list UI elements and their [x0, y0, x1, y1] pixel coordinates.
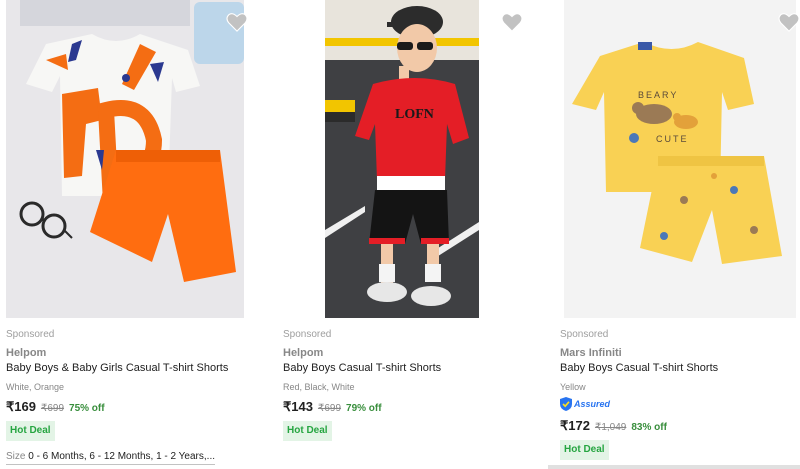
product-photo-yellow-bear-tshirt-shorts: BEARY CUTE: [564, 0, 796, 318]
discount-percent: 79% off: [346, 403, 382, 414]
discount-percent: 75% off: [69, 403, 105, 414]
size-selector[interactable]: Size 0 - 6 Months, 6 - 12 Months, 1 - 2 …: [6, 451, 215, 465]
product-title[interactable]: Baby Boys Casual T-shirt Shorts: [560, 362, 718, 374]
product-image[interactable]: LOFN: [325, 0, 479, 318]
price-row: ₹172 ₹1,049 83% off: [560, 418, 667, 434]
product-image[interactable]: [6, 0, 244, 318]
brand-name: Helpom: [6, 347, 47, 359]
product-title[interactable]: Baby Boys & Baby Girls Casual T-shirt Sh…: [6, 362, 228, 374]
shirt-print-text: LOFN: [395, 107, 434, 122]
wishlist-heart-icon[interactable]: [501, 12, 523, 32]
next-row-edge: [548, 465, 800, 469]
selling-price: ₹143: [283, 399, 313, 414]
price-row: ₹169 ₹699 75% off: [6, 399, 105, 415]
product-image[interactable]: BEARY CUTE: [564, 0, 796, 318]
sponsored-label: Sponsored: [560, 329, 609, 340]
selling-price: ₹172: [560, 418, 590, 433]
shirt-print-text-bottom: CUTE: [656, 134, 689, 144]
size-values: 0 - 6 Months, 6 - 12 Months, 1 - 2 Years…: [28, 451, 215, 462]
brand-name: Mars Infiniti: [560, 347, 622, 359]
hot-deal-badge: Hot Deal: [283, 421, 332, 441]
assured-shield-icon: [560, 397, 572, 411]
sponsored-label: Sponsored: [6, 329, 55, 340]
product-photo-white-orange-tshirt-shorts: [6, 0, 244, 318]
hot-deal-badge: Hot Deal: [560, 440, 609, 460]
hot-deal-badge: Hot Deal: [6, 421, 55, 441]
selling-price: ₹169: [6, 399, 36, 414]
wishlist-heart-icon[interactable]: [226, 12, 248, 32]
sponsored-label: Sponsored: [283, 329, 332, 340]
assured-label: Assured: [574, 399, 611, 409]
discount-percent: 83% off: [631, 422, 667, 433]
original-price: ₹699: [40, 403, 65, 414]
product-photo-boy-red-tshirt-black-shorts: LOFN: [325, 0, 479, 318]
product-title[interactable]: Baby Boys Casual T-shirt Shorts: [283, 362, 441, 374]
color-variant: White, Orange: [6, 382, 65, 392]
size-label: Size: [6, 451, 26, 462]
original-price: ₹1,049: [594, 422, 627, 433]
color-variant: Yellow: [560, 382, 586, 392]
original-price: ₹699: [317, 403, 342, 414]
assured-badge: Assured: [560, 397, 610, 411]
brand-name: Helpom: [283, 347, 324, 359]
color-variant: Red, Black, White: [283, 382, 355, 392]
shirt-print-text-top: BEARY: [638, 90, 678, 100]
price-row: ₹143 ₹699 79% off: [283, 399, 382, 415]
wishlist-heart-icon[interactable]: [778, 12, 800, 32]
